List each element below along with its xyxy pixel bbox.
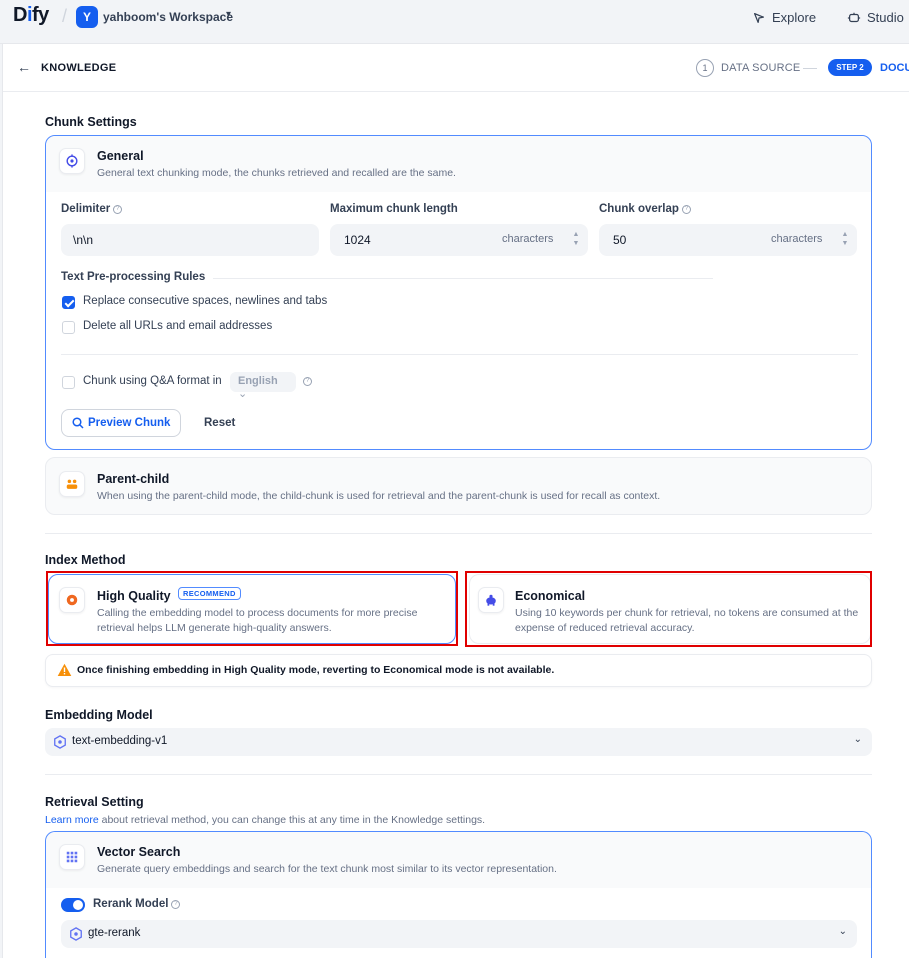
economical-icon: [478, 587, 504, 613]
pre-processing-rules-heading: Text Pre-processing Rules: [61, 271, 206, 283]
unit-label: characters: [771, 233, 823, 245]
replace-spaces-label[interactable]: Replace consecutive spaces, newlines and…: [83, 295, 327, 307]
vector-search-header: [46, 832, 871, 888]
delete-urls-label[interactable]: Delete all URLs and email addresses: [83, 320, 272, 332]
workspace-avatar[interactable]: Y: [76, 6, 98, 28]
section-divider: [45, 533, 872, 534]
economical-title: Economical: [515, 589, 586, 603]
learn-more-link[interactable]: Learn more: [45, 814, 99, 826]
general-chunk-card[interactable]: General General text chunking mode, the …: [45, 135, 872, 450]
delete-urls-checkbox[interactable]: [62, 321, 75, 334]
chevron-down-icon: ⌄: [238, 388, 248, 400]
search-icon: [72, 417, 84, 429]
rerank-model-select[interactable]: gte-rerank ⌄: [61, 920, 857, 948]
step-connector: [803, 68, 817, 69]
section-divider: [45, 774, 872, 775]
general-mode-icon: [59, 148, 85, 174]
delimiter-label: Delimiter?: [61, 203, 123, 215]
rules-bottom-divider: [61, 354, 858, 355]
max-chunk-length-input[interactable]: 1024 characters ▲ ▼: [330, 224, 588, 256]
qa-format-checkbox[interactable]: [62, 376, 75, 389]
rerank-toggle[interactable]: [61, 898, 85, 912]
vector-search-icon: [59, 844, 85, 870]
retrieval-setting-title: Retrieval Setting: [45, 795, 144, 809]
high-quality-card[interactable]: High Quality RECOMMEND Calling the embed…: [48, 574, 456, 644]
rerank-model-value: gte-rerank: [88, 927, 141, 939]
top-nav: Dify / Y yahboom's Workspace ▾ Explore S…: [0, 0, 909, 44]
warning-icon: [57, 663, 72, 676]
model-provider-icon: [54, 735, 66, 749]
dify-logo[interactable]: Dify: [13, 4, 49, 27]
compass-icon: [754, 12, 764, 23]
parent-child-title: Parent-child: [97, 472, 170, 486]
recommend-badge: RECOMMEND: [178, 587, 241, 600]
step-2-label: DOCU: [880, 62, 909, 74]
preview-chunk-button[interactable]: Preview Chunk: [61, 409, 182, 437]
general-card-header: [46, 136, 871, 192]
delimiter-input[interactable]: \n\n: [61, 224, 319, 256]
embedding-model-title: Embedding Model: [45, 708, 153, 722]
robot-icon: [847, 12, 861, 22]
reset-button[interactable]: Reset: [204, 409, 235, 437]
unit-label: characters: [502, 233, 554, 245]
high-quality-title: High Quality: [97, 589, 171, 603]
nav-separator: /: [62, 6, 68, 26]
help-icon[interactable]: ?: [681, 204, 691, 214]
parent-child-chunk-card[interactable]: Parent-child When using the parent-child…: [45, 457, 872, 515]
parent-child-icon: [59, 471, 85, 497]
steps-header: ← KNOWLEDGE 1 DATA SOURCE STEP 2 DOCU: [3, 44, 909, 92]
vector-search-desc: Generate query embeddings and search for…: [97, 863, 557, 875]
embedding-model-value: text-embedding-v1: [72, 735, 168, 747]
economical-desc: Using 10 keywords per chunk for retrieva…: [515, 607, 859, 634]
create-knowledge-panel: ← KNOWLEDGE 1 DATA SOURCE STEP 2 DOCU Ch…: [2, 44, 909, 958]
workspace-name[interactable]: yahboom's Workspace: [103, 10, 233, 24]
high-quality-icon: [59, 587, 85, 613]
chevron-down-icon: ⌄: [853, 734, 862, 745]
step-1-number: 1: [696, 59, 714, 77]
rules-divider: [213, 278, 713, 279]
qa-format-label[interactable]: Chunk using Q&A format in: [83, 375, 222, 387]
back-arrow-icon[interactable]: ←: [17, 59, 31, 75]
number-stepper-icon[interactable]: ▲ ▼: [840, 230, 850, 250]
replace-spaces-checkbox[interactable]: [62, 296, 75, 309]
max-chunk-length-label: Maximum chunk length: [330, 203, 458, 215]
chevron-down-icon: ⌄: [838, 926, 847, 937]
model-provider-icon: [70, 927, 82, 941]
embedding-model-select[interactable]: text-embedding-v1 ⌄: [45, 728, 872, 756]
chevron-down-icon[interactable]: ▾: [226, 9, 231, 20]
nav-explore[interactable]: Explore: [752, 10, 816, 25]
step-1-label: DATA SOURCE: [721, 62, 801, 74]
qa-language-select[interactable]: English ⌄: [230, 372, 296, 400]
rerank-model-label: Rerank Model?: [93, 898, 181, 910]
vector-search-card[interactable]: Vector Search Generate query embeddings …: [45, 831, 872, 958]
high-quality-desc: Calling the embedding model to process d…: [97, 607, 418, 634]
vector-search-title: Vector Search: [97, 845, 181, 859]
index-method-title: Index Method: [45, 553, 126, 567]
nav-studio[interactable]: Studio: [847, 10, 904, 25]
retrieval-learn-more: Learn more about retrieval method, you c…: [45, 814, 486, 826]
help-icon[interactable]: ?: [171, 899, 181, 909]
parent-child-desc: When using the parent-child mode, the ch…: [97, 490, 661, 502]
help-icon[interactable]: ?: [303, 377, 312, 386]
number-stepper-icon[interactable]: ▲ ▼: [571, 230, 581, 250]
chunk-overlap-label: Chunk overlap?: [599, 203, 691, 215]
knowledge-back-link[interactable]: KNOWLEDGE: [41, 62, 116, 74]
chunk-settings-title: Chunk Settings: [45, 115, 137, 129]
chunk-overlap-input[interactable]: 50 characters ▲ ▼: [599, 224, 857, 256]
step-2-badge: STEP 2: [828, 59, 872, 76]
general-desc: General text chunking mode, the chunks r…: [97, 167, 456, 179]
general-title: General: [97, 149, 144, 163]
help-icon[interactable]: ?: [113, 204, 123, 214]
warning-text: Once finishing embedding in High Quality…: [77, 664, 555, 676]
economical-card[interactable]: Economical Using 10 keywords per chunk f…: [469, 574, 871, 644]
index-warning: Once finishing embedding in High Quality…: [45, 654, 872, 687]
